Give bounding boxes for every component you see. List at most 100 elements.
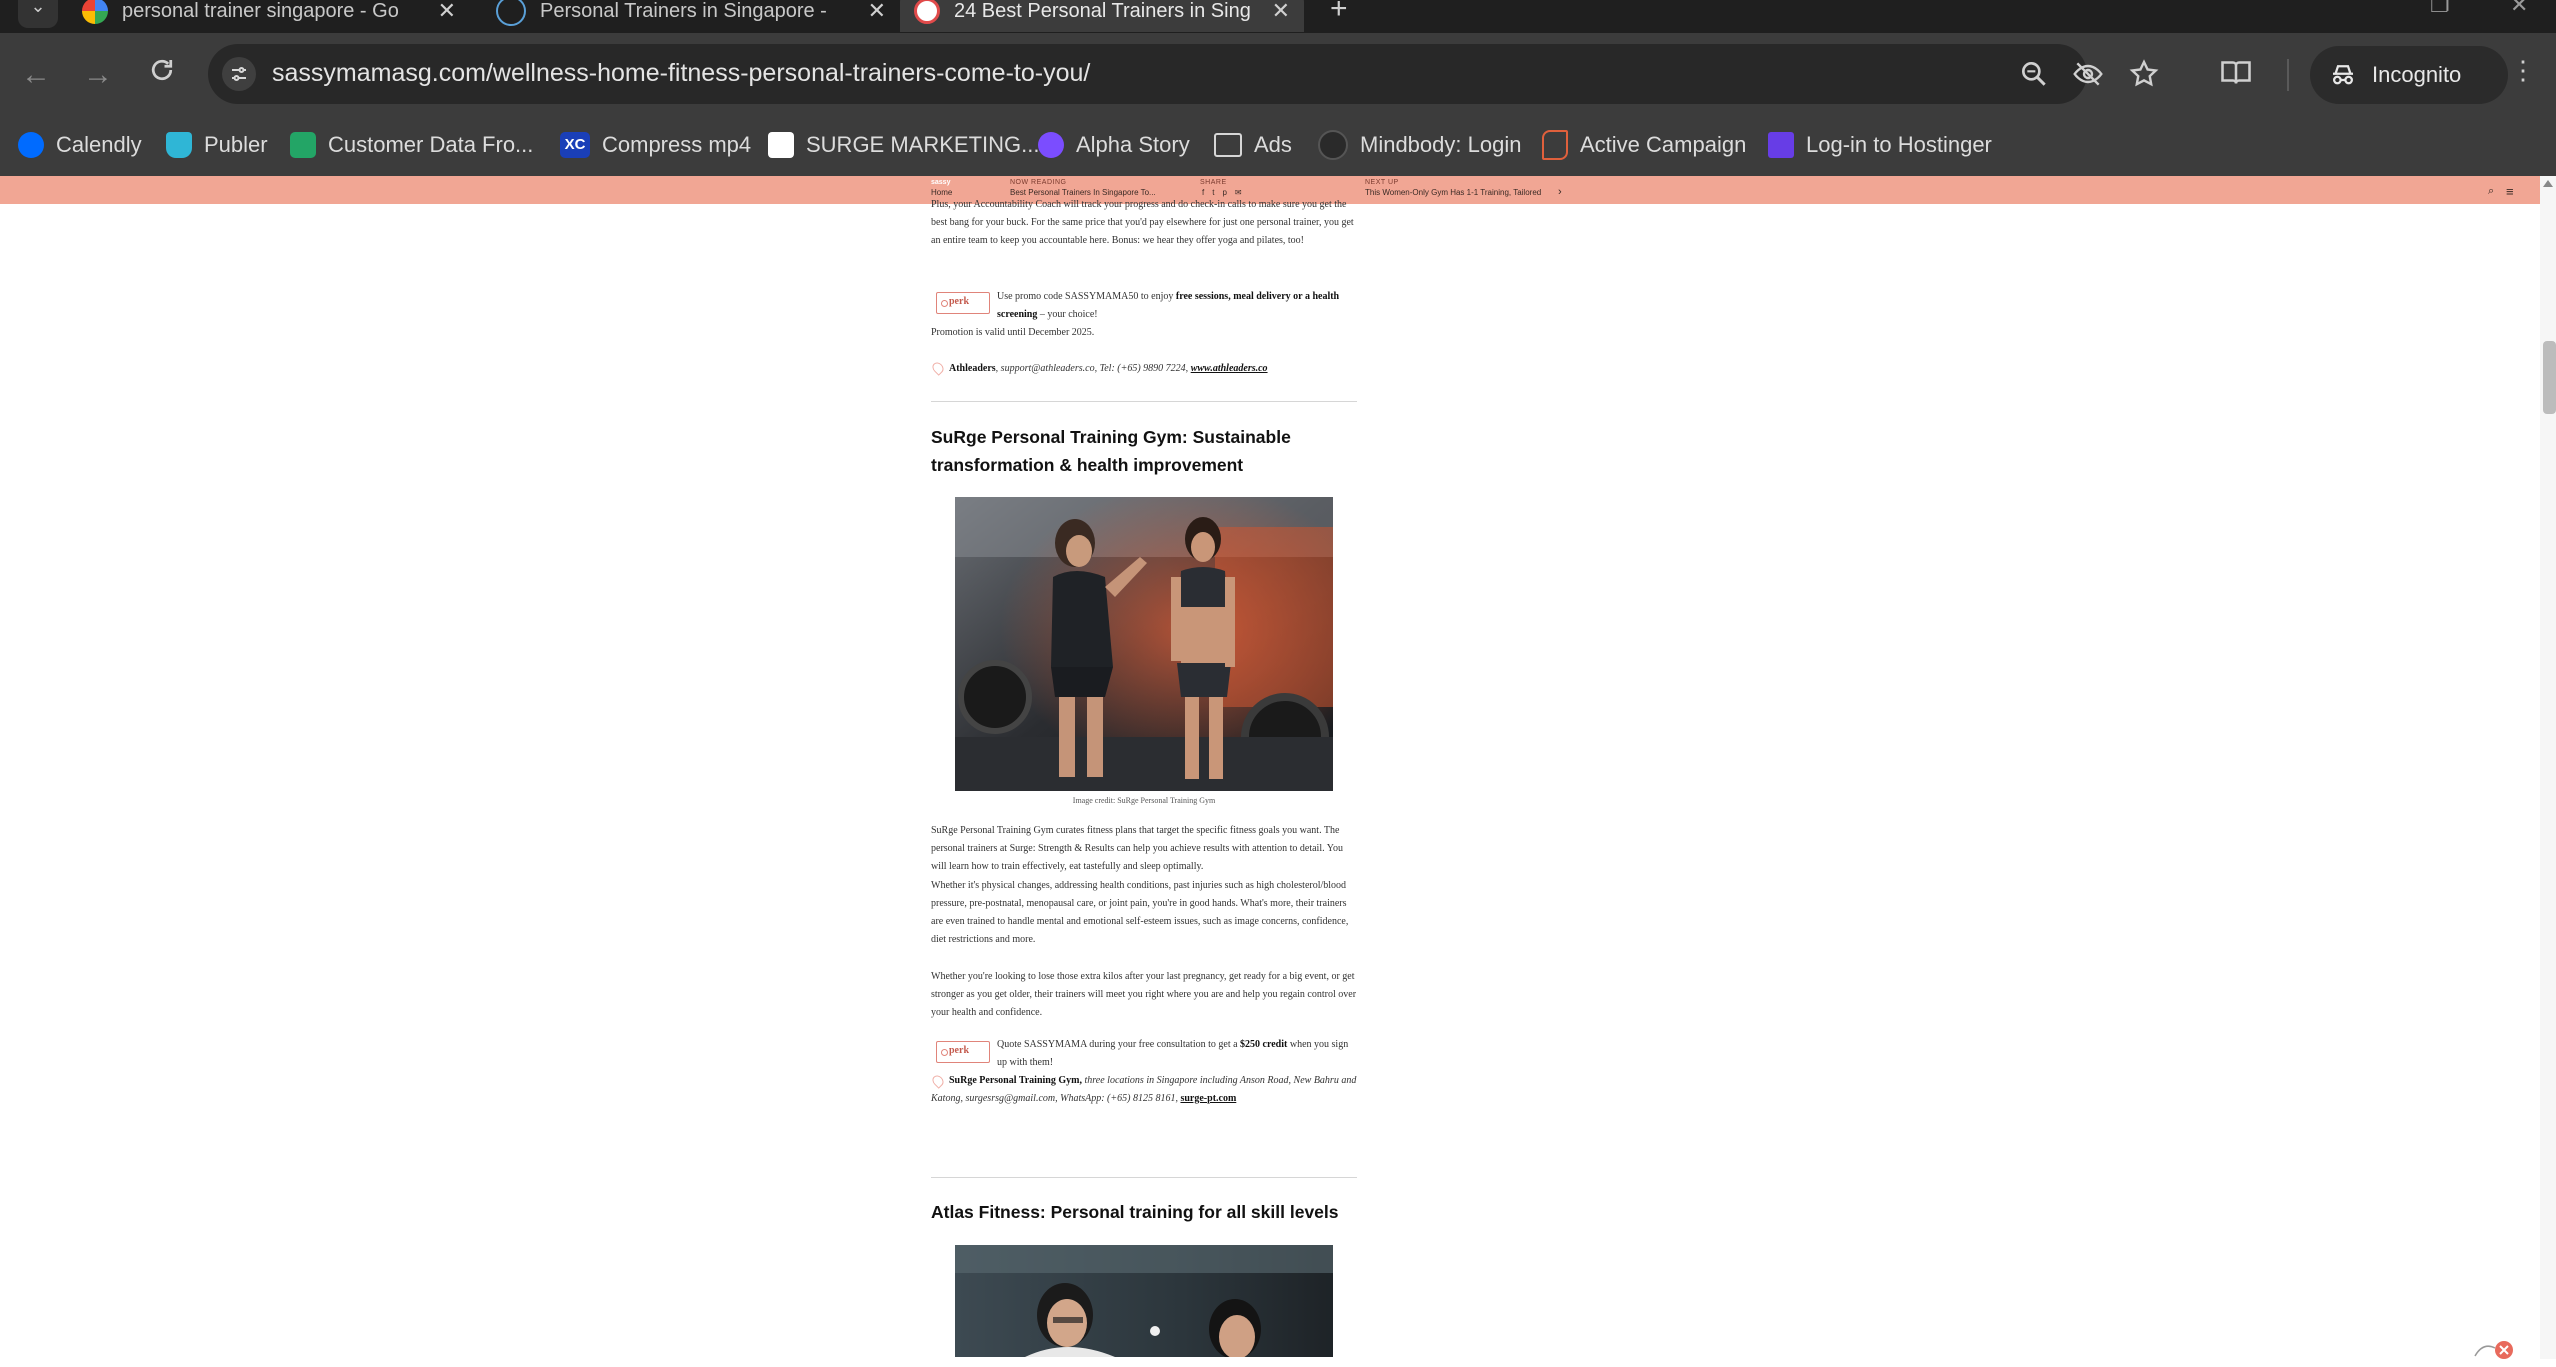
restore-window-icon[interactable]: ❐ [2430,0,2450,18]
athleaders-promo-validity: Promotion is valid until December 2025. [931,327,1095,338]
tab-google-search[interactable]: personal trainer singapore - Go ✕ [70,0,470,32]
surge-website-link[interactable]: surge-pt.com [1180,1093,1236,1104]
up-next-title[interactable]: This Women-Only Gym Has 1-1 Training, Ta… [1365,188,1541,197]
bookmark-mindbody[interactable]: Mindbody: Login [1318,128,1521,162]
tab-title: Personal Trainers in Singapore - [540,0,827,22]
contact-details: , support@athleaders.co, Tel: (+65) 9890… [995,363,1191,374]
back-button[interactable]: ← [16,55,56,95]
xc-icon: XC [560,132,590,158]
bookmark-label: Alpha Story [1076,132,1190,157]
bookmark-surge-marketing[interactable]: SURGE MARKETING... [768,128,1039,162]
hamburger-menu-icon[interactable]: ≡ [2506,184,2514,199]
perk-text-bold: $250 credit [1240,1039,1288,1050]
perk-badge: perk [936,1041,990,1063]
bookmark-calendly[interactable]: Calendly [18,128,142,162]
bookmark-label: Active Campaign [1580,132,1747,157]
perk-icon [941,1049,948,1056]
close-tab-icon[interactable]: ✕ [1272,0,1290,24]
bookmark-alpha-story[interactable]: Alpha Story [1038,128,1190,162]
incognito-indicator[interactable]: Incognito [2310,46,2508,104]
reload-button[interactable] [142,55,182,95]
bookmark-label: Customer Data Fro... [328,132,534,157]
sassymama-icon [914,0,940,24]
next-arrow-icon[interactable]: › [1558,186,1562,198]
tab-title: personal trainer singapore - Go [122,0,399,22]
hostinger-icon [1768,132,1794,158]
location-pin-icon [930,360,946,376]
intro-paragraph: Plus, your Accountability Coach will tra… [931,199,1354,246]
zoom-icon[interactable] [2018,58,2050,90]
perk-label: perk [949,1045,969,1056]
incognito-label: Incognito [2372,62,2462,87]
google-icon [82,0,108,24]
new-tab-button[interactable]: + [1330,0,1348,26]
bookmark-customer-data[interactable]: Customer Data Fro... [290,128,533,162]
perk-icon [941,300,948,307]
surge-paragraph-3: Whether you're looking to lose those ext… [931,971,1357,1018]
site-logo[interactable]: sassy [931,179,950,186]
page-scrollbar[interactable] [2540,176,2556,1359]
surge-heading: SuRge Personal Training Gym: Sustainable… [931,427,1291,475]
reload-icon [151,59,173,81]
browser-toolbar: ← → sassymamasg.com/wellness-home-fitnes… [0,33,2556,116]
surge-paragraph-1: SuRge Personal Training Gym curates fitn… [931,825,1343,872]
bookmark-label: Ads [1254,132,1292,157]
perk-badge: perk [936,292,990,314]
close-tab-icon[interactable]: ✕ [438,0,456,24]
athleaders-contact: Athleaders, support@athleaders.co, Tel: … [949,360,1359,378]
surge-contact: SuRge Personal Training Gym, three locat… [931,1072,1359,1108]
address-bar[interactable]: sassymamasg.com/wellness-home-fitness-pe… [208,44,2159,104]
perk-text-c: – your choice! [1037,309,1098,320]
perk-label: perk [949,296,969,307]
reading-mode-icon[interactable] [2218,55,2258,95]
calendly-icon [18,132,44,158]
search-icon[interactable]: ⌕ [2488,185,2494,198]
bookmark-label: Log-in to Hostinger [1806,132,1992,157]
bookmark-active-campaign[interactable]: Active Campaign [1542,128,1746,162]
scrollbar-thumb[interactable] [2543,341,2556,414]
atlas-fitness-photo [955,1245,1333,1357]
browser-menu-icon[interactable]: ⋮ [2510,55,2536,95]
surge-paragraph-2: Whether it's physical changes, addressin… [931,880,1349,945]
now-reading-label: NOW READING [1010,179,1067,186]
bookmark-star-icon[interactable] [2128,58,2160,90]
bookmark-publer[interactable]: Publer [166,128,268,162]
site-icon [496,0,526,26]
forward-button[interactable]: → [78,55,118,95]
tab-search-button[interactable]: ⌄ [18,0,58,28]
surge-trainers-photo [955,497,1333,791]
perk-text-a: Quote SASSYMAMA during your free consult… [997,1039,1241,1050]
close-tab-icon[interactable]: ✕ [868,0,886,24]
athleaders-website-link[interactable]: www.athleaders.co [1191,363,1268,374]
web-page: sassy Home NOW READING Best Personal Tra… [0,176,2540,1359]
site-info-icon[interactable] [222,57,256,91]
atlas-heading: Atlas Fitness: Personal training for all… [931,1202,1339,1222]
athleaders-perk-text: Use promo code SASSYMAMA50 to enjoy free… [997,288,1357,324]
business-name: SuRge Personal Training Gym, [949,1075,1082,1086]
bookmark-label: Mindbody: Login [1360,132,1522,157]
bookmark-label: Publer [204,132,268,157]
publer-icon [166,132,192,158]
section-divider [931,401,1357,402]
tracking-protection-icon[interactable] [2072,58,2104,90]
url-text[interactable]: sassymamasg.com/wellness-home-fitness-pe… [272,59,1090,88]
close-window-icon[interactable]: ✕ [2510,0,2528,18]
up-next-label: NEXT UP [1365,179,1399,186]
bookmark-label: Calendly [56,132,142,157]
chat-bubble-icon [2474,1341,2513,1359]
surge-perk-text: Quote SASSYMAMA during your free consult… [997,1036,1357,1072]
trello-icon [768,132,794,158]
bookmark-compress-mp4[interactable]: XC Compress mp4 [560,128,751,162]
tab-personal-trainers[interactable]: Personal Trainers in Singapore - ✕ [480,0,900,32]
incognito-icon [2333,65,2353,85]
bookmark-ads-folder[interactable]: Ads [1214,128,1292,162]
tab-strip: ⌄ personal trainer singapore - Go ✕ Pers… [0,0,2556,33]
bookmark-label: Compress mp4 [602,132,752,157]
tab-sassymama-active[interactable]: 24 Best Personal Trainers in Sing ✕ [900,0,1304,32]
chat-widget[interactable] [2473,1338,2513,1362]
bookmark-label: SURGE MARKETING... [806,132,1040,157]
perk-text-a: Use promo code SASSYMAMA50 to enjoy [997,291,1176,302]
scroll-up-arrow-icon[interactable] [2543,180,2553,187]
bookmark-hostinger[interactable]: Log-in to Hostinger [1768,128,1992,162]
toolbar-divider [2287,59,2289,91]
